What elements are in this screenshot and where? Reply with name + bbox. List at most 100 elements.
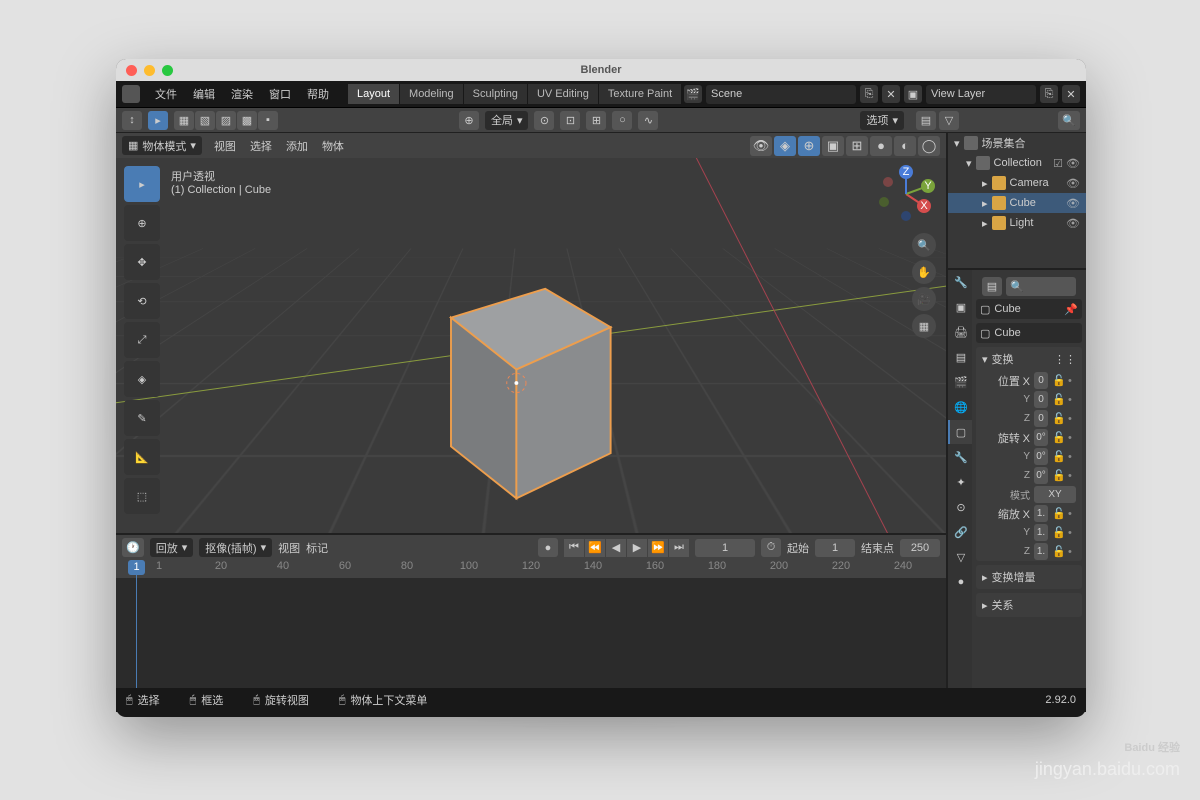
tool-rotate[interactable]: ⟲ (124, 283, 160, 319)
lock-icon[interactable]: 🔓 (1052, 431, 1064, 444)
tool-transform[interactable]: ◈ (124, 361, 160, 397)
tool-measure[interactable]: 📐 (124, 439, 160, 475)
ptab-world-icon[interactable]: 🌐 (948, 395, 972, 419)
view-menu[interactable]: 视图 (208, 135, 242, 157)
ptab-data-icon[interactable]: ▽ (948, 545, 972, 569)
rendered-icon[interactable]: ◯ (918, 136, 940, 156)
tl-marker[interactable]: 标记 (306, 540, 328, 556)
scale-y[interactable]: 1. (1034, 524, 1048, 541)
timeline-editor-icon[interactable]: 🕐 (122, 538, 144, 557)
ptab-viewlayer-icon[interactable]: ▤ (948, 345, 972, 369)
add-menu[interactable]: 添加 (280, 135, 314, 157)
checkbox-icon[interactable]: ☑ (1053, 157, 1063, 170)
scale-z[interactable]: 1. (1034, 543, 1048, 560)
tab-sculpting[interactable]: Sculpting (464, 84, 527, 104)
lock-icon[interactable]: 🔓 (1052, 374, 1064, 387)
tool-cursor[interactable]: ⊕ (124, 205, 160, 241)
rot-z[interactable]: 0° (1034, 467, 1048, 484)
select-menu[interactable]: 选择 (244, 135, 278, 157)
viewport-3d[interactable]: 用户透视 (1) Collection | Cube ▸ ⊕ ✥ ⟲ ⤢ ◈ ✎… (116, 158, 946, 533)
pivot-icon[interactable]: ⊙ (534, 111, 554, 130)
menu-edit[interactable]: 编辑 (186, 83, 222, 105)
loc-z[interactable]: 0 (1034, 410, 1048, 427)
nav-persp-icon[interactable]: ▦ (912, 314, 936, 338)
orientation-dd[interactable]: 全局 ▾ (485, 111, 529, 130)
outliner-camera[interactable]: ▸ Camera👁 (948, 173, 1086, 193)
snap-icon[interactable]: ⊡ (560, 111, 580, 130)
cube-object[interactable] (416, 258, 636, 508)
play-rev-icon[interactable]: ◀ (606, 539, 626, 557)
current-frame[interactable]: 1 (695, 539, 755, 557)
tool-move[interactable]: ✥ (124, 244, 160, 280)
scale-x[interactable]: 1. (1034, 505, 1048, 522)
loc-x[interactable]: 0 (1034, 372, 1048, 389)
eye-icon[interactable]: 👁 (1066, 157, 1080, 170)
tab-layout[interactable]: Layout (348, 84, 399, 104)
snap-type-icon[interactable]: ⊞ (586, 111, 606, 130)
scene-del-icon[interactable]: ✕ (882, 85, 900, 103)
layer-new-icon[interactable]: ⎘ (1040, 85, 1058, 103)
props-type-icon[interactable]: ▤ (982, 277, 1002, 296)
cursor-mode-icon[interactable]: ▸ (148, 111, 168, 130)
nav-gizmo[interactable]: X Y Z (876, 164, 936, 224)
menu-file[interactable]: 文件 (148, 83, 184, 105)
lock-icon[interactable]: 🔓 (1052, 412, 1064, 425)
menu-render[interactable]: 渲染 (224, 83, 260, 105)
ptab-material-icon[interactable]: ● (948, 570, 972, 594)
matprev-icon[interactable]: ◐ (894, 136, 916, 156)
outliner-filter-icon[interactable]: ▽ (939, 111, 959, 130)
outliner-collection[interactable]: ▾ Collection☑👁 (948, 153, 1086, 173)
keyframe-prev-icon[interactable]: ⏪ (585, 539, 605, 557)
keyframe-next-icon[interactable]: ⏩ (648, 539, 668, 557)
jump-start-icon[interactable]: ⏮ (564, 539, 584, 557)
tab-modeling[interactable]: Modeling (400, 84, 463, 104)
tl-view[interactable]: 视图 (278, 540, 300, 556)
falloff-icon[interactable]: ∿ (638, 111, 658, 130)
select-set-icon[interactable]: ▦ (174, 111, 194, 130)
ptab-render-icon[interactable]: ▣ (948, 295, 972, 319)
start-frame[interactable]: 1 (815, 539, 855, 557)
lock-icon[interactable]: 🔓 (1052, 393, 1064, 406)
loc-y[interactable]: 0 (1034, 391, 1048, 408)
play-icon[interactable]: ▶ (627, 539, 647, 557)
ptab-tool-icon[interactable]: 🔧 (948, 270, 972, 294)
transform-panel-header[interactable]: ▾ 变换 ⋮⋮ (976, 347, 1082, 371)
eye-icon[interactable]: 👁 (1066, 217, 1080, 230)
end-frame[interactable]: 250 (900, 539, 940, 557)
proportional-icon[interactable]: ○ (612, 111, 632, 130)
data-name-input[interactable]: ▢ Cube (976, 323, 1082, 343)
autokey-icon[interactable]: ● (538, 538, 558, 557)
rot-mode[interactable]: XY (1034, 486, 1076, 503)
eye-icon[interactable]: 👁 (1066, 177, 1080, 190)
eye-icon[interactable]: 👁 (1066, 197, 1080, 210)
layer-del-icon[interactable]: ✕ (1062, 85, 1080, 103)
nav-camera-icon[interactable]: 🎥 (912, 287, 936, 311)
nav-pan-icon[interactable]: ✋ (912, 260, 936, 284)
lock-icon[interactable]: 🔓 (1052, 450, 1064, 463)
tool-select-box[interactable]: ▸ (124, 166, 160, 202)
wireframe-icon[interactable]: ⊞ (846, 136, 868, 156)
overlay-toggle-icon[interactable]: ⊕ (798, 136, 820, 156)
select-inv-icon[interactable]: ▩ (237, 111, 257, 130)
layer-browse-icon[interactable]: ▣ (904, 85, 922, 103)
outliner-search-icon[interactable]: 🔍 (1058, 111, 1080, 130)
orientation-icon[interactable]: ⊕ (459, 111, 479, 130)
timeline-track[interactable] (116, 578, 946, 688)
tool-annotate[interactable]: ✎ (124, 400, 160, 436)
lock-icon[interactable]: 🔓 (1052, 469, 1064, 482)
clock-icon[interactable]: ⏱ (761, 538, 781, 557)
scene-input[interactable] (706, 85, 856, 104)
scene-new-icon[interactable]: ⎘ (860, 85, 878, 103)
playhead[interactable] (136, 560, 137, 688)
ptab-scene-icon[interactable]: 🎬 (948, 370, 972, 394)
ptab-object-icon[interactable]: ▢ (948, 420, 972, 444)
menu-window[interactable]: 窗口 (262, 83, 298, 105)
xray-icon[interactable]: ▣ (822, 136, 844, 156)
visibility-icon[interactable]: 👁 (750, 136, 772, 156)
ptab-constraint-icon[interactable]: 🔗 (948, 520, 972, 544)
scene-browse-icon[interactable]: 🎬 (684, 85, 702, 103)
mode-dropdown[interactable]: ▦ 物体模式 ▾ (122, 136, 202, 155)
outliner-display-icon[interactable]: ▤ (916, 111, 936, 130)
ptab-modifier-icon[interactable]: 🔧 (948, 445, 972, 469)
outliner-light[interactable]: ▸ Light👁 (948, 213, 1086, 233)
